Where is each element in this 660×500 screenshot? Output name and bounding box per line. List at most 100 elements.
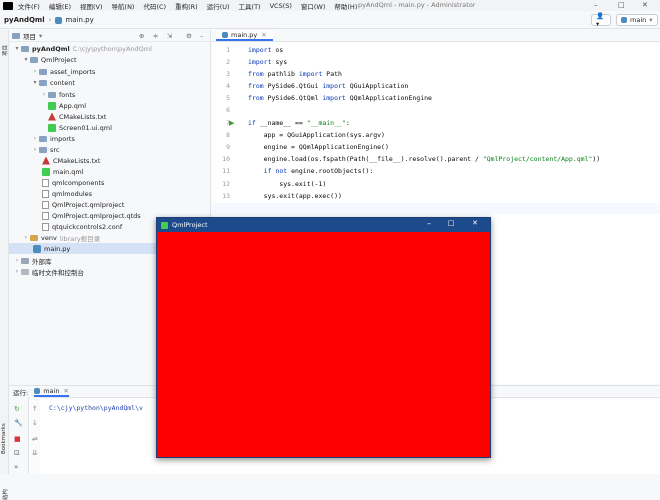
- tree-row[interactable]: › imports: [31, 133, 75, 144]
- code-line: app = QGuiApplication(sys.argv): [248, 131, 385, 139]
- tree-row[interactable]: ▾ content: [31, 77, 74, 88]
- folder-icon: [39, 146, 47, 153]
- breadcrumb-project[interactable]: pyAndQml: [4, 16, 45, 24]
- tree-row[interactable]: qmlcomponents: [42, 177, 104, 188]
- scratches-icon: [21, 268, 29, 275]
- pin-icon[interactable]: ⊡: [14, 449, 23, 457]
- menu-code[interactable]: 代码(C): [143, 1, 166, 11]
- chevron-down-icon: ▾: [33, 79, 37, 86]
- text-file-icon: [42, 178, 49, 187]
- tree-row[interactable]: ▾ QmlProject: [22, 54, 76, 65]
- collapse-all-icon[interactable]: ≑: [153, 32, 158, 40]
- code-line: if __name__ == "__main__":: [248, 119, 350, 127]
- tree-row[interactable]: QmlProject.qmlproject.qtds: [42, 210, 141, 221]
- stop-icon[interactable]: ■: [14, 435, 23, 443]
- tree-row[interactable]: CMakeLists.txt: [42, 155, 100, 166]
- qml-file-icon: [48, 101, 56, 110]
- close-icon[interactable]: ✕: [470, 219, 480, 227]
- close-icon[interactable]: ✕: [642, 1, 648, 9]
- gear-icon[interactable]: ⚙: [186, 32, 192, 40]
- tree-row[interactable]: Screen01.ui.qml: [48, 122, 112, 133]
- menu-help[interactable]: 帮助(H): [334, 1, 357, 11]
- tab-main-py[interactable]: main.py ✕: [216, 30, 273, 41]
- run-label: 运行:: [13, 388, 29, 397]
- project-tool-button[interactable]: 项目: [1, 45, 9, 56]
- tree-row[interactable]: CMakeLists.txt: [48, 111, 106, 122]
- tree-row[interactable]: QmlProject.qmlproject: [42, 199, 124, 210]
- python-file-icon: [55, 16, 63, 24]
- tree-row[interactable]: › fonts: [40, 89, 76, 100]
- expand-icon[interactable]: ⇲: [167, 32, 172, 40]
- menu-refactor[interactable]: 重构(R): [175, 1, 198, 11]
- tree-row[interactable]: › asset_imports: [31, 66, 96, 77]
- menu-vcs[interactable]: VCS(S): [270, 2, 292, 10]
- run-config-select[interactable]: main ▾: [616, 14, 658, 26]
- tree-row[interactable]: › 外部库: [13, 255, 52, 266]
- minimize-icon[interactable]: –: [424, 219, 434, 228]
- folder-icon: [30, 234, 38, 241]
- folder-icon: [30, 56, 38, 63]
- scroll-end-icon[interactable]: ⇊: [32, 449, 38, 457]
- code-line: engine.load(os.fspath(Path(__file__).res…: [248, 155, 601, 163]
- qml-file-icon: [42, 167, 50, 176]
- run-output: C:\cjy\python\pyAndQml\v: [49, 404, 143, 412]
- chevron-down-icon[interactable]: ▾: [39, 32, 42, 40]
- arrow-up-icon[interactable]: ↑: [32, 405, 38, 413]
- run-tab-main[interactable]: main ✕: [34, 386, 69, 397]
- tree-row[interactable]: › src: [31, 144, 60, 155]
- hide-panel-icon[interactable]: –: [200, 32, 203, 40]
- close-tab-icon[interactable]: ✕: [261, 31, 266, 39]
- line-number: 12: [222, 180, 230, 188]
- project-panel-title[interactable]: 项目: [23, 31, 36, 41]
- qml-app-window[interactable]: QmlProject – □ ✕: [156, 217, 491, 458]
- soft-wrap-icon[interactable]: ⇌: [32, 435, 38, 443]
- menu-view[interactable]: 视图(V): [80, 1, 103, 11]
- breadcrumb-file[interactable]: main.py: [65, 16, 93, 24]
- menu-bar: 文件(F) 编辑(E) 视图(V) 导航(N) 代码(C) 重构(R) 运行(U…: [0, 0, 660, 11]
- minimize-icon[interactable]: –: [594, 1, 598, 9]
- menu-edit[interactable]: 编辑(E): [49, 1, 71, 11]
- bookmarks-tool-button[interactable]: Bookmarks: [1, 423, 7, 454]
- wrench-icon[interactable]: 🔧: [14, 419, 23, 427]
- text-file-icon: [42, 211, 49, 220]
- tree-row[interactable]: › 临时文件和控制台: [13, 266, 84, 277]
- structure-tool-button[interactable]: 结构: [1, 489, 9, 500]
- code-line: from PySide6.QtQml import QQmlApplicatio…: [248, 94, 432, 102]
- run-config-label: main: [630, 16, 647, 24]
- chevron-right-icon: ›: [15, 268, 19, 275]
- qml-content-area[interactable]: [157, 232, 490, 457]
- qt-app-icon: [161, 221, 168, 229]
- chevron-right-icon: ›: [33, 135, 37, 142]
- tree-row[interactable]: qtquickcontrols2.conf: [42, 221, 122, 232]
- menu-navigate[interactable]: 导航(N): [112, 1, 135, 11]
- folder-icon: [39, 68, 47, 75]
- maximize-icon[interactable]: □: [446, 219, 456, 227]
- menu-file[interactable]: 文件(F): [18, 1, 40, 11]
- maximize-icon[interactable]: □: [618, 1, 625, 9]
- user-menu-button[interactable]: 👤▾: [591, 12, 611, 28]
- more-icon[interactable]: »: [14, 463, 23, 471]
- qml-file-icon: [48, 123, 56, 132]
- rerun-icon[interactable]: ↻: [14, 405, 23, 413]
- tree-row[interactable]: App.qml: [48, 100, 86, 111]
- tree-row[interactable]: main.qml: [42, 166, 84, 177]
- tree-row[interactable]: › venv library根目录: [22, 232, 100, 243]
- line-number: 7: [226, 119, 230, 127]
- menu-run[interactable]: 运行(U): [207, 1, 230, 11]
- menu-window[interactable]: 窗口(W): [301, 1, 326, 11]
- locate-icon[interactable]: ⊕: [139, 32, 144, 40]
- tree-row[interactable]: qmlmodules: [42, 188, 92, 199]
- tree-row[interactable]: ▾ pyAndQml C:\cjy\python\pyAndQml: [13, 43, 151, 54]
- line-number: 9: [226, 143, 230, 151]
- code-line: sys.exit(app.exec()): [248, 192, 342, 200]
- qml-window-titlebar[interactable]: QmlProject – □ ✕: [157, 218, 490, 232]
- close-tab-icon[interactable]: ✕: [63, 387, 68, 395]
- line-number: 11: [222, 167, 230, 175]
- menu-tools[interactable]: 工具(T): [239, 1, 261, 11]
- run-gutter-icon[interactable]: ▶: [229, 119, 234, 127]
- arrow-down-icon[interactable]: ↓: [32, 419, 38, 427]
- folder-icon: [39, 135, 47, 142]
- navigation-bar: pyAndQml › main.py: [0, 12, 660, 29]
- project-panel-header: 项目 ▾ ⊕ ≑ ⇲ ⚙ –: [9, 30, 210, 42]
- cmake-file-icon: [42, 156, 50, 165]
